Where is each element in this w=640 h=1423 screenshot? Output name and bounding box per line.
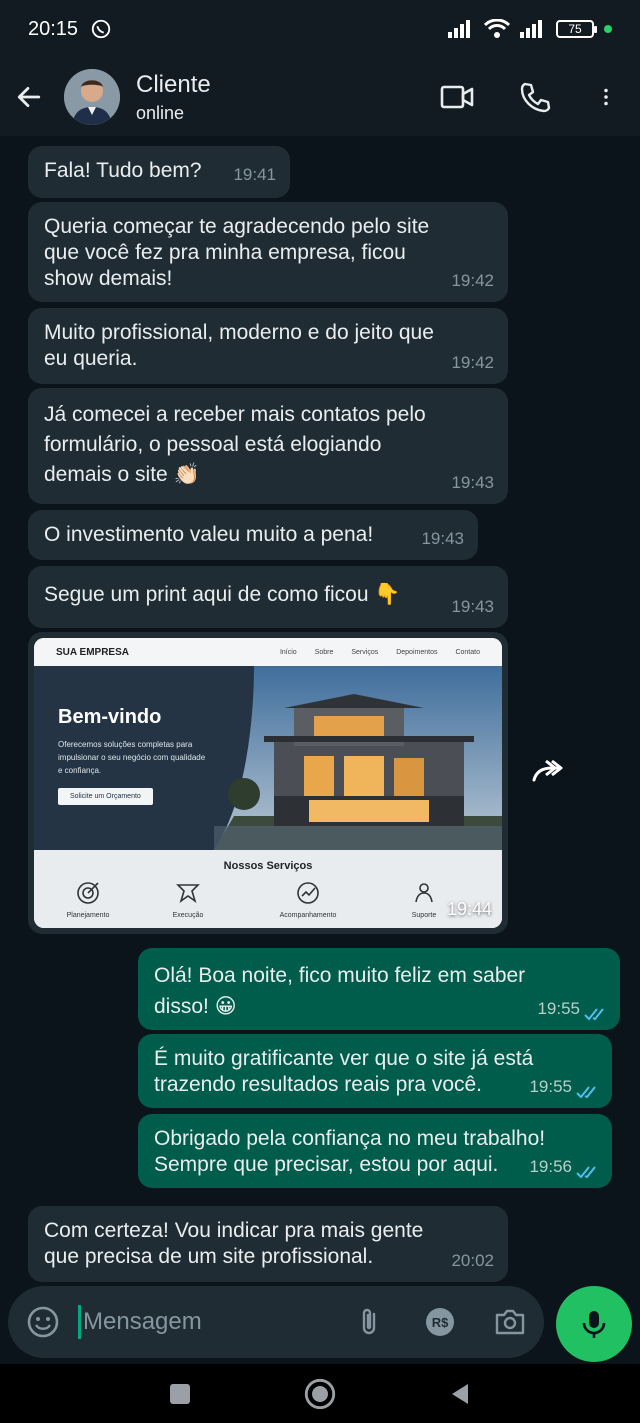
- target-icon: [77, 882, 99, 904]
- message-placeholder: Mensagem: [83, 1308, 202, 1335]
- support-icon: [415, 883, 433, 903]
- message-text: Queria começar te agradecendo pelo site …: [44, 215, 430, 290]
- site-nav-link: Contato: [455, 648, 480, 656]
- read-ticks-icon: [576, 1086, 596, 1099]
- emoji-icon[interactable]: [26, 1305, 60, 1339]
- microphone-icon: [582, 1311, 606, 1338]
- signal-icon-2: [520, 20, 542, 38]
- site-navbar: SUA EMPRESA Início Sobre Serviços Depoim…: [34, 638, 502, 666]
- text-cursor: [78, 1305, 81, 1339]
- chat-area[interactable]: Fala! Tudo bem? 19:41 Queria começar te …: [0, 136, 640, 1284]
- camera-icon[interactable]: [494, 1306, 526, 1338]
- message-text: Com certeza! Vou indicar pra mais gente …: [44, 1219, 424, 1268]
- wifi-icon: [484, 19, 510, 38]
- image-message[interactable]: SUA EMPRESA Início Sobre Serviços Depoim…: [28, 632, 508, 934]
- status-time: 20:15: [28, 17, 79, 40]
- signal-icon: [448, 20, 470, 38]
- message-time: 19:43: [451, 473, 494, 492]
- message-time: 19:55: [537, 999, 580, 1018]
- message-incoming[interactable]: Queria começar te agradecendo pelo site …: [28, 202, 508, 302]
- message-text: É muito gratificante ver que o site já e…: [154, 1047, 534, 1096]
- site-service-label: Execução: [172, 912, 204, 919]
- message-outgoing[interactable]: Obrigado pela confiança no meu trabalho!…: [138, 1114, 612, 1188]
- message-incoming[interactable]: Fala! Tudo bem? 19:41: [28, 146, 290, 198]
- voice-call-icon[interactable]: [518, 80, 552, 114]
- message-time: 19:42: [451, 353, 494, 372]
- site-nav-link: Início: [279, 648, 297, 656]
- input-bar: Mensagem R$: [0, 1284, 640, 1364]
- message-text: Segue um print aqui de como ficou 👇: [44, 583, 401, 606]
- message-incoming[interactable]: Com certeza! Vou indicar pra mais gente …: [28, 1206, 508, 1282]
- read-ticks-icon: [584, 1008, 604, 1021]
- system-navigation-bar: [0, 1364, 640, 1423]
- site-services-title: Nossos Serviços: [223, 860, 313, 872]
- message-text: Já comecei a receber mais contatos pelo …: [44, 403, 426, 486]
- back-arrow-icon[interactable]: [16, 84, 42, 110]
- message-time: 19:55: [529, 1077, 572, 1096]
- video-call-icon[interactable]: [440, 80, 474, 114]
- recent-apps-icon[interactable]: [166, 1380, 194, 1408]
- message-incoming[interactable]: Muito profissional, moderno e do jeito q…: [28, 308, 508, 384]
- message-text: Obrigado pela confiança no meu trabalho!…: [154, 1127, 546, 1176]
- status-bar: 20:15 75: [0, 0, 640, 58]
- read-ticks-icon: [576, 1166, 596, 1179]
- voice-message-button[interactable]: [556, 1286, 632, 1362]
- chart-check-icon: [297, 882, 319, 904]
- message-time: 20:02: [451, 1251, 494, 1270]
- site-service-label: Acompanhamento: [279, 912, 337, 919]
- site-service: Acompanhamento: [258, 880, 358, 919]
- avatar[interactable]: [64, 69, 120, 125]
- contact-status: online: [136, 102, 185, 123]
- payment-icon[interactable]: R$: [424, 1306, 456, 1338]
- svg-text:R$: R$: [432, 1315, 449, 1330]
- site-service: Planejamento: [38, 880, 138, 919]
- site-service: Execução: [138, 880, 238, 919]
- home-icon[interactable]: [304, 1378, 336, 1410]
- message-time: 19:42: [451, 271, 494, 290]
- site-cta-button: Solicite um Orçamento: [58, 788, 153, 805]
- site-nav-link: Sobre: [314, 648, 334, 656]
- chat-header: Cliente online: [0, 58, 640, 136]
- privacy-indicator-dot: [604, 25, 612, 33]
- whatsapp-notification-icon: [91, 19, 111, 39]
- site-hero-title: Bem-vindo: [58, 706, 162, 728]
- site-service-label: Suporte: [411, 912, 437, 919]
- website-screenshot-image[interactable]: SUA EMPRESA Início Sobre Serviços Depoim…: [34, 638, 502, 928]
- message-time: 19:44: [446, 899, 492, 919]
- site-brand: SUA EMPRESA: [56, 646, 129, 658]
- message-time: 19:43: [421, 529, 464, 548]
- message-time: 19:43: [451, 597, 494, 616]
- contact-name[interactable]: Cliente: [136, 71, 211, 99]
- message-outgoing[interactable]: É muito gratificante ver que o site já e…: [138, 1034, 612, 1108]
- back-nav-icon[interactable]: [446, 1380, 474, 1408]
- forward-icon[interactable]: [530, 756, 566, 786]
- site-nav-link: Serviços: [351, 648, 379, 656]
- message-incoming[interactable]: Já comecei a receber mais contatos pelo …: [28, 388, 508, 504]
- site-hero: Bem-vindo Oferecemos soluções completas …: [34, 666, 502, 850]
- attach-icon[interactable]: [354, 1306, 386, 1338]
- site-service-label: Planejamento: [66, 912, 110, 919]
- message-time: 19:56: [529, 1157, 572, 1176]
- message-input[interactable]: Mensagem R$: [8, 1286, 544, 1358]
- message-incoming[interactable]: Segue um print aqui de como ficou 👇 19:4…: [28, 566, 508, 628]
- message-text: O investimento valeu muito a pena!: [44, 523, 374, 546]
- site-services: Nossos Serviços Planejamento Execução Ac…: [34, 850, 502, 928]
- house-photo: [214, 666, 502, 850]
- site-nav-link: Depoimentos: [396, 648, 438, 656]
- message-text: Muito profissional, moderno e do jeito q…: [44, 321, 434, 370]
- avatar-photo: [64, 69, 120, 125]
- message-text: Olá! Boa noite, fico muito feliz em sabe…: [154, 964, 526, 1018]
- message-time: 19:41: [233, 165, 276, 184]
- battery-icon: 75: [556, 20, 597, 38]
- tools-icon: [176, 884, 200, 904]
- message-incoming[interactable]: O investimento valeu muito a pena! 19:43: [28, 510, 478, 560]
- message-outgoing[interactable]: Olá! Boa noite, fico muito feliz em sabe…: [138, 948, 620, 1030]
- more-options-icon[interactable]: [596, 80, 616, 114]
- site-hero-subtitle: Oferecemos soluções completas para impul…: [58, 740, 206, 775]
